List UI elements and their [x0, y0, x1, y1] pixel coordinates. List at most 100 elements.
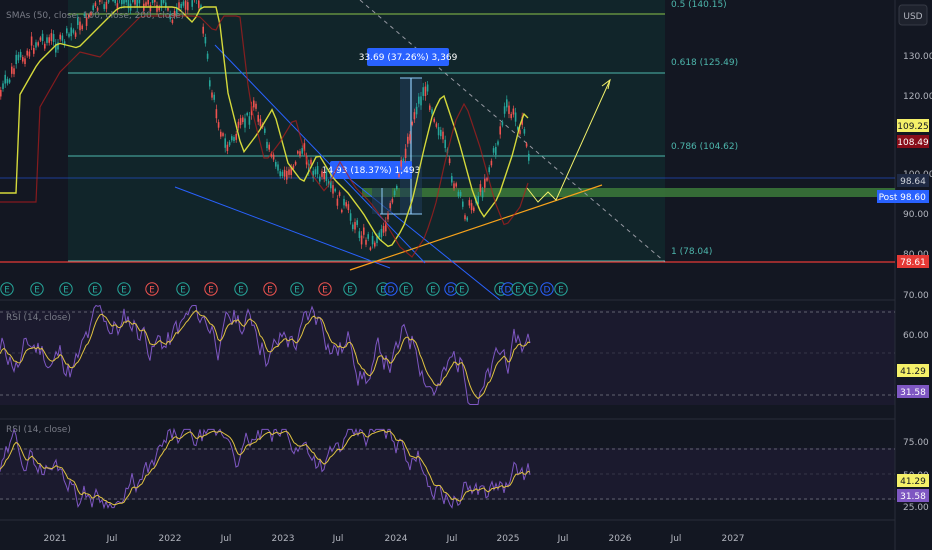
candle-body — [187, 2, 189, 11]
candle-body — [332, 185, 334, 194]
earnings-event-marker[interactable]: E — [204, 282, 218, 296]
sma-indicator-title[interactable]: SMAs (50, close, 100, close, 200, close) — [6, 11, 184, 21]
candle-body — [499, 126, 501, 135]
candle-body — [46, 37, 48, 43]
candle-body — [409, 134, 411, 141]
candle-body — [492, 148, 495, 153]
earnings-event-marker[interactable]: E — [554, 282, 568, 296]
earnings-event-marker[interactable]: E — [176, 282, 190, 296]
candle-body — [464, 215, 466, 220]
svg-text:E: E — [180, 286, 186, 296]
candle-body — [19, 51, 22, 58]
candle-body — [48, 37, 50, 43]
candle-body — [393, 190, 396, 196]
svg-text:E: E — [430, 286, 436, 296]
candle-body — [479, 184, 482, 192]
candle-body — [8, 79, 11, 83]
earnings-event-marker[interactable]: E — [455, 282, 469, 296]
candle-body — [286, 170, 288, 180]
candle-body — [415, 106, 418, 115]
candle-body — [448, 158, 451, 164]
candle-body — [422, 87, 424, 96]
earnings-event-marker[interactable]: E — [524, 282, 538, 296]
candle-body — [325, 171, 328, 182]
candle-body — [191, 0, 193, 7]
earnings-event-marker[interactable]: E — [399, 282, 413, 296]
svg-text:E: E — [322, 286, 328, 296]
earnings-event-marker[interactable]: E — [234, 282, 248, 296]
earnings-event-marker[interactable]: E — [59, 282, 73, 296]
candle-body — [451, 176, 453, 183]
candle-body — [35, 42, 37, 48]
time-label: 2027 — [722, 534, 745, 544]
candle-body — [242, 117, 244, 123]
earnings-event-marker[interactable]: E — [117, 282, 131, 296]
candle-body — [50, 33, 53, 41]
rsi1-indicator-title[interactable]: RSI (14, close) — [6, 313, 71, 323]
candle-body — [105, 1, 108, 9]
candle-body — [347, 204, 350, 211]
earnings-event-marker[interactable]: E — [343, 282, 357, 296]
candle-body — [99, 0, 101, 2]
earnings-event-marker[interactable]: E — [511, 282, 525, 296]
candle-body — [74, 32, 77, 37]
svg-text:E: E — [267, 286, 273, 296]
candle-body — [2, 83, 4, 89]
earnings-event-marker[interactable]: E — [426, 282, 440, 296]
candle-body — [134, 0, 136, 5]
small-measure-label: 14.93 (18.37%) 1,493 — [322, 166, 421, 176]
earnings-event-marker[interactable]: E — [0, 282, 14, 296]
candle-body — [233, 137, 235, 142]
earnings-event-marker[interactable]: D — [540, 282, 554, 296]
candle-body — [380, 228, 383, 238]
candle-body — [275, 161, 277, 167]
candle-body — [299, 151, 301, 156]
candle-body — [244, 118, 246, 128]
candle-body — [426, 84, 429, 92]
candle-body — [501, 121, 504, 126]
candle-body — [11, 66, 13, 74]
candle-body — [391, 198, 394, 203]
candle-body — [4, 74, 6, 84]
candle-body — [466, 217, 468, 221]
candle-body — [453, 183, 455, 189]
trading-chart[interactable]: 0.5 (140.15) 0.618 (125.49) 0.786 (104.6… — [0, 0, 932, 550]
time-label: 2025 — [497, 534, 520, 544]
rsi2-value: 31.58 — [900, 492, 926, 502]
candle-body — [316, 166, 319, 175]
candle-body — [470, 203, 473, 211]
candle-body — [314, 169, 317, 175]
svg-text:E: E — [149, 286, 155, 296]
svg-text:E: E — [208, 286, 214, 296]
candle-body — [28, 51, 31, 57]
fib-label-0-618: 0.618 (125.49) — [671, 58, 738, 68]
earnings-event-marker[interactable]: E — [263, 282, 277, 296]
earnings-event-marker[interactable]: E — [145, 282, 159, 296]
candle-body — [437, 127, 440, 136]
earnings-event-marker[interactable]: D — [384, 282, 398, 296]
earnings-event-marker[interactable]: E — [318, 282, 332, 296]
time-label: 2021 — [44, 534, 67, 544]
time-label: Jul — [557, 534, 569, 544]
candle-body — [202, 26, 204, 34]
earnings-event-marker[interactable]: E — [290, 282, 304, 296]
candle-body — [103, 4, 105, 9]
sma-yellow-value: 109.25 — [897, 122, 929, 132]
candle-body — [411, 122, 413, 125]
candle-body — [396, 185, 398, 190]
candle-body — [468, 200, 471, 206]
candle-body — [220, 131, 222, 137]
candle-body — [336, 198, 339, 206]
rsi1-ma-value: 41.29 — [900, 367, 926, 377]
price-tick-120: 120.00 — [903, 92, 932, 102]
candle-body — [413, 112, 416, 120]
candle-body — [382, 225, 385, 233]
earnings-event-marker[interactable]: E — [88, 282, 102, 296]
rsi2-indicator-title[interactable]: RSI (14, close) — [6, 425, 71, 435]
candle-body — [402, 158, 405, 162]
candle-body — [26, 50, 28, 56]
candle-body — [352, 224, 354, 230]
candle-body — [121, 0, 123, 5]
earnings-event-marker[interactable]: E — [30, 282, 44, 296]
candle-body — [420, 96, 422, 106]
